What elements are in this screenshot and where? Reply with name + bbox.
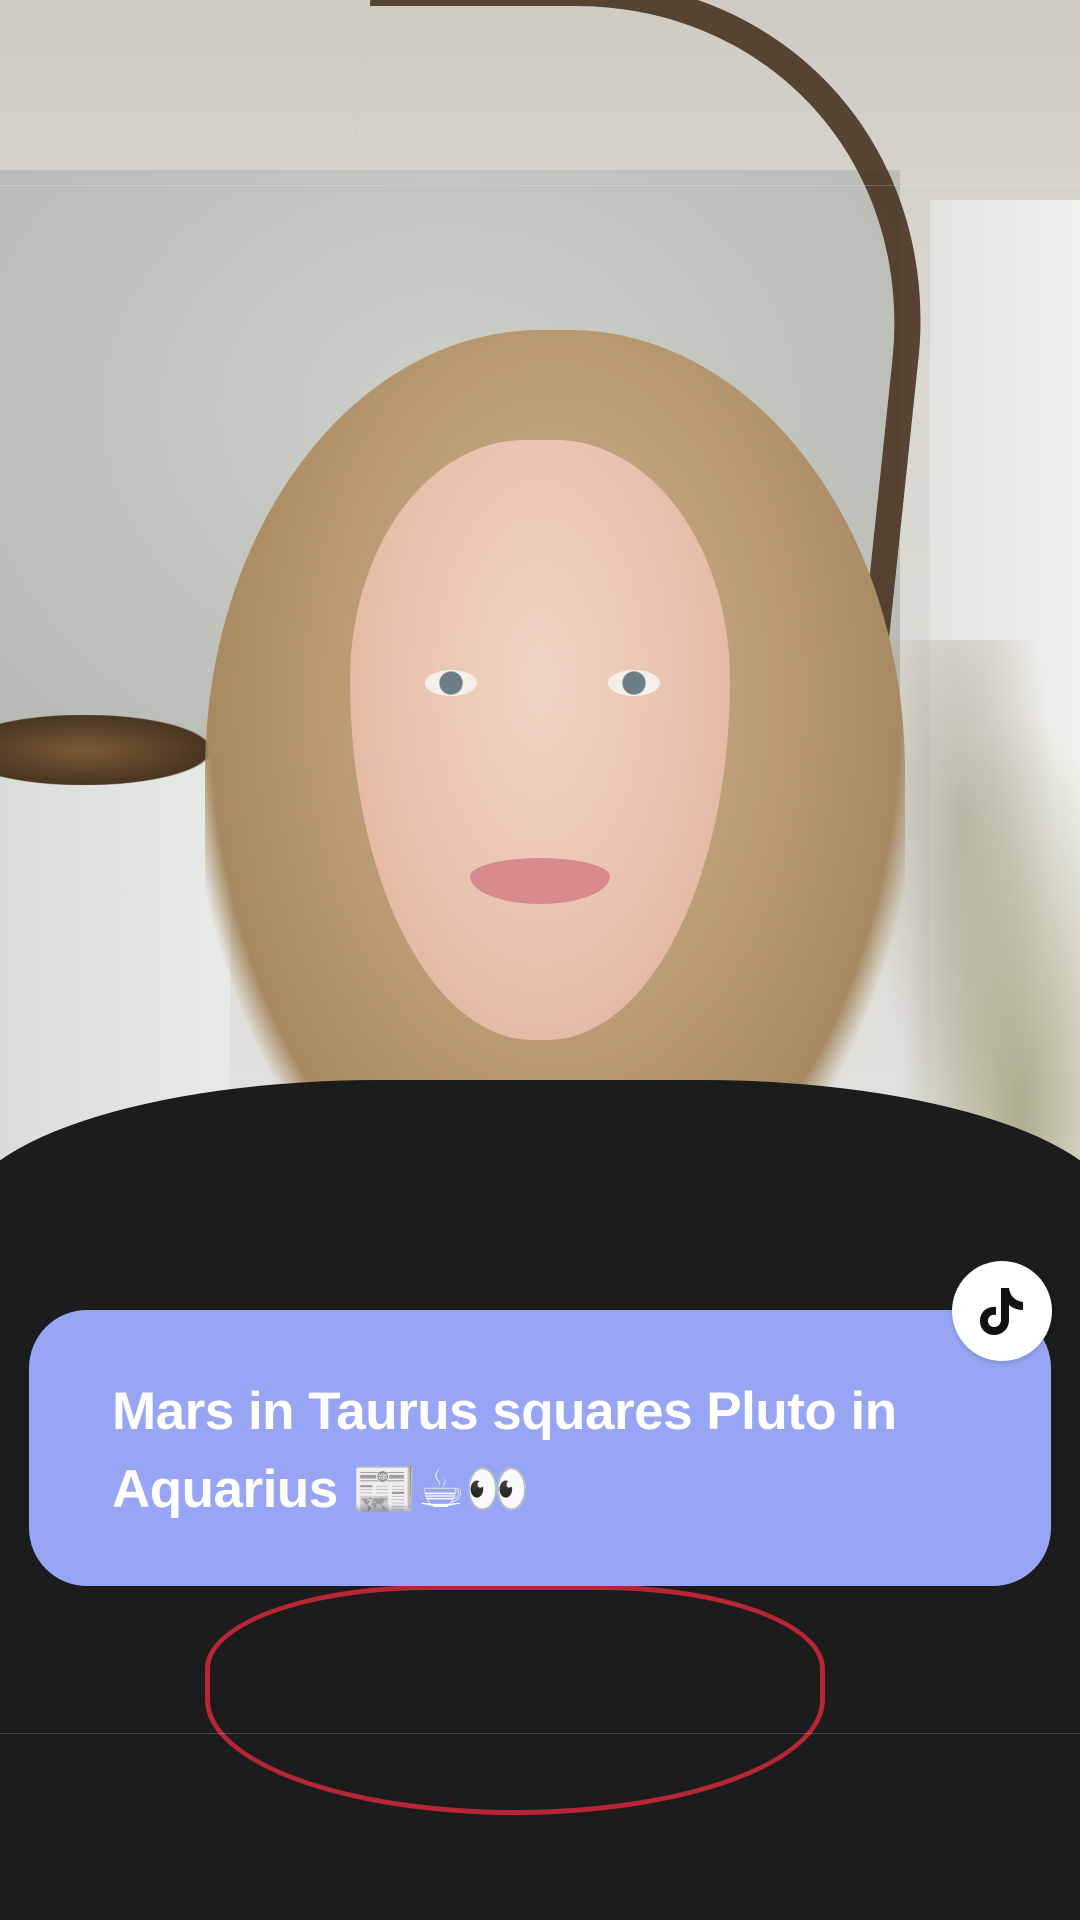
tiktok-badge[interactable] (952, 1261, 1052, 1361)
person-left-eye (425, 670, 477, 696)
caption-card: Mars in Taurus squares Pluto in Aquarius… (29, 1310, 1051, 1586)
hoodie-embroidery (205, 1585, 825, 1815)
caption-text: Mars in Taurus squares Pluto in Aquarius… (112, 1382, 897, 1519)
guide-line-bottom (0, 1733, 1080, 1734)
guide-line-top (0, 185, 1080, 186)
video-frame (0, 0, 1080, 1920)
tiktok-logo-icon (980, 1288, 1023, 1335)
video-screen[interactable]: Mars in Taurus squares Pluto in Aquarius… (0, 0, 1080, 1920)
person-right-eye (608, 670, 660, 696)
ornate-mirror-frame-left (0, 715, 210, 785)
